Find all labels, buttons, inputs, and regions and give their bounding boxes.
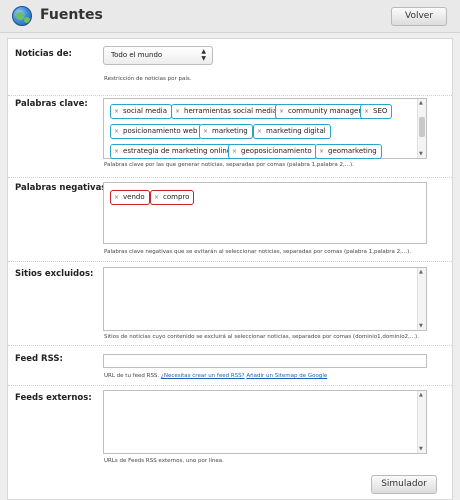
page-title: Fuentes — [40, 7, 103, 23]
scroll-down-icon[interactable]: ▼ — [419, 151, 423, 157]
feeds-externos-label: Feeds externos: — [15, 393, 92, 403]
excluded-sites-textarea[interactable]: ▲ ▼ — [103, 267, 427, 331]
country-select-value: Todo el mundo — [111, 51, 163, 59]
scroll-down-icon[interactable]: ▼ — [419, 323, 423, 329]
noticias-hint: Restricción de noticias por país. — [104, 76, 192, 82]
excluded-sites-scrollbar[interactable]: ▲ ▼ — [417, 268, 426, 330]
section-palabras-negativas: Palabras negativas: × vendo × compro Palab… — [8, 178, 452, 262]
scroll-up-icon[interactable]: ▲ — [419, 392, 423, 398]
feed-rss-label: Feed RSS: — [15, 354, 63, 364]
keywords-tag-input[interactable]: × social media × herramientas social media… — [103, 98, 427, 159]
palabras-negativas-hint: Palabras clave negativas que se evitarán… — [104, 249, 411, 255]
keyword-tag: × geomarketing — [315, 144, 382, 159]
scroll-up-icon[interactable]: ▲ — [419, 269, 423, 275]
section-feed-rss: Feed RSS: URL de tu feed RSS. ¿Necesitas… — [8, 346, 452, 386]
scrollbar-thumb[interactable] — [419, 117, 425, 137]
feed-rss-hint: URL de tu feed RSS. ¿Necesitas crear un … — [104, 373, 328, 379]
keyword-tag: × herramientas social media — [171, 104, 283, 119]
tag-remove-icon[interactable]: × — [319, 148, 324, 155]
header-bar: Fuentes Volver — [0, 0, 460, 33]
palabras-clave-label: Palabras clave: — [15, 99, 88, 109]
keyword-tag: × social media — [110, 104, 173, 119]
simulator-button[interactable]: Simulador — [371, 475, 437, 494]
globe-icon — [12, 6, 32, 26]
noticias-label: Noticias de: — [15, 49, 72, 59]
external-feeds-textarea[interactable]: ▲ ▼ — [103, 390, 427, 454]
section-palabras-clave: Palabras clave: × social media × herramien… — [8, 96, 452, 178]
tag-remove-icon[interactable]: × — [257, 128, 262, 135]
tag-remove-icon[interactable]: × — [114, 194, 119, 201]
tag-remove-icon[interactable]: × — [175, 108, 180, 115]
section-noticias: Noticias de: Todo el mundo ▲ ▼ Restricció… — [8, 39, 452, 96]
tag-remove-icon[interactable]: × — [114, 108, 119, 115]
keyword-tag: × geoposicionamiento — [228, 144, 317, 159]
keyword-tag: × marketing digital — [253, 124, 331, 139]
feeds-externos-hint: URLs de Feeds RSS externos, uno por líne… — [104, 458, 224, 464]
tag-remove-icon[interactable]: × — [114, 128, 119, 135]
section-sitios-excluidos: Sitios excluidos: ▲ ▼ Sitios de noticias… — [8, 262, 452, 346]
negative-tag: × vendo — [110, 190, 150, 205]
scroll-up-icon[interactable]: ▲ — [419, 100, 423, 106]
settings-panel: Noticias de: Todo el mundo ▲ ▼ Restricció… — [7, 38, 453, 500]
palabras-clave-hint: Palabras clave por las que generar notic… — [104, 162, 354, 168]
tag-remove-icon[interactable]: × — [203, 128, 208, 135]
tag-remove-icon[interactable]: × — [279, 108, 284, 115]
negative-keywords-input[interactable]: × vendo × compro — [103, 182, 427, 244]
tag-remove-icon[interactable]: × — [154, 194, 159, 201]
add-sitemap-link[interactable]: Añadir un Sitemap de Google — [246, 373, 327, 379]
tag-remove-icon[interactable]: × — [232, 148, 237, 155]
keyword-tag: × marketing — [199, 124, 253, 139]
create-feed-link[interactable]: ¿Necesitas crear un feed RSS? — [161, 373, 245, 379]
keyword-tag: × posicionamiento web — [110, 124, 203, 139]
tag-remove-icon[interactable]: × — [364, 108, 369, 115]
tag-remove-icon[interactable]: × — [114, 148, 119, 155]
keyword-tag: × SEO — [360, 104, 393, 119]
select-arrows-icon: ▲ ▼ — [201, 48, 206, 62]
sitios-excluidos-hint: Sitios de noticias cuyo contenido se exc… — [104, 334, 419, 340]
external-feeds-scrollbar[interactable]: ▲ ▼ — [417, 391, 426, 453]
palabras-negativas-label: Palabras negativas: — [15, 183, 110, 193]
sitios-excluidos-label: Sitios excluidos: — [15, 269, 94, 279]
scroll-down-icon[interactable]: ▼ — [419, 446, 423, 452]
feed-rss-input[interactable] — [103, 354, 427, 368]
back-button[interactable]: Volver — [391, 7, 447, 26]
keyword-tag: × community manager — [275, 104, 367, 119]
keyword-tag: × estrategia de marketing online — [110, 144, 237, 159]
country-select[interactable]: Todo el mundo ▲ ▼ — [103, 46, 213, 65]
negative-tag: × compro — [150, 190, 195, 205]
section-feeds-externos: Feeds externos: ▲ ▼ URLs de Feeds RSS ex… — [8, 386, 452, 468]
keywords-scrollbar[interactable]: ▲ ▼ — [417, 99, 426, 158]
